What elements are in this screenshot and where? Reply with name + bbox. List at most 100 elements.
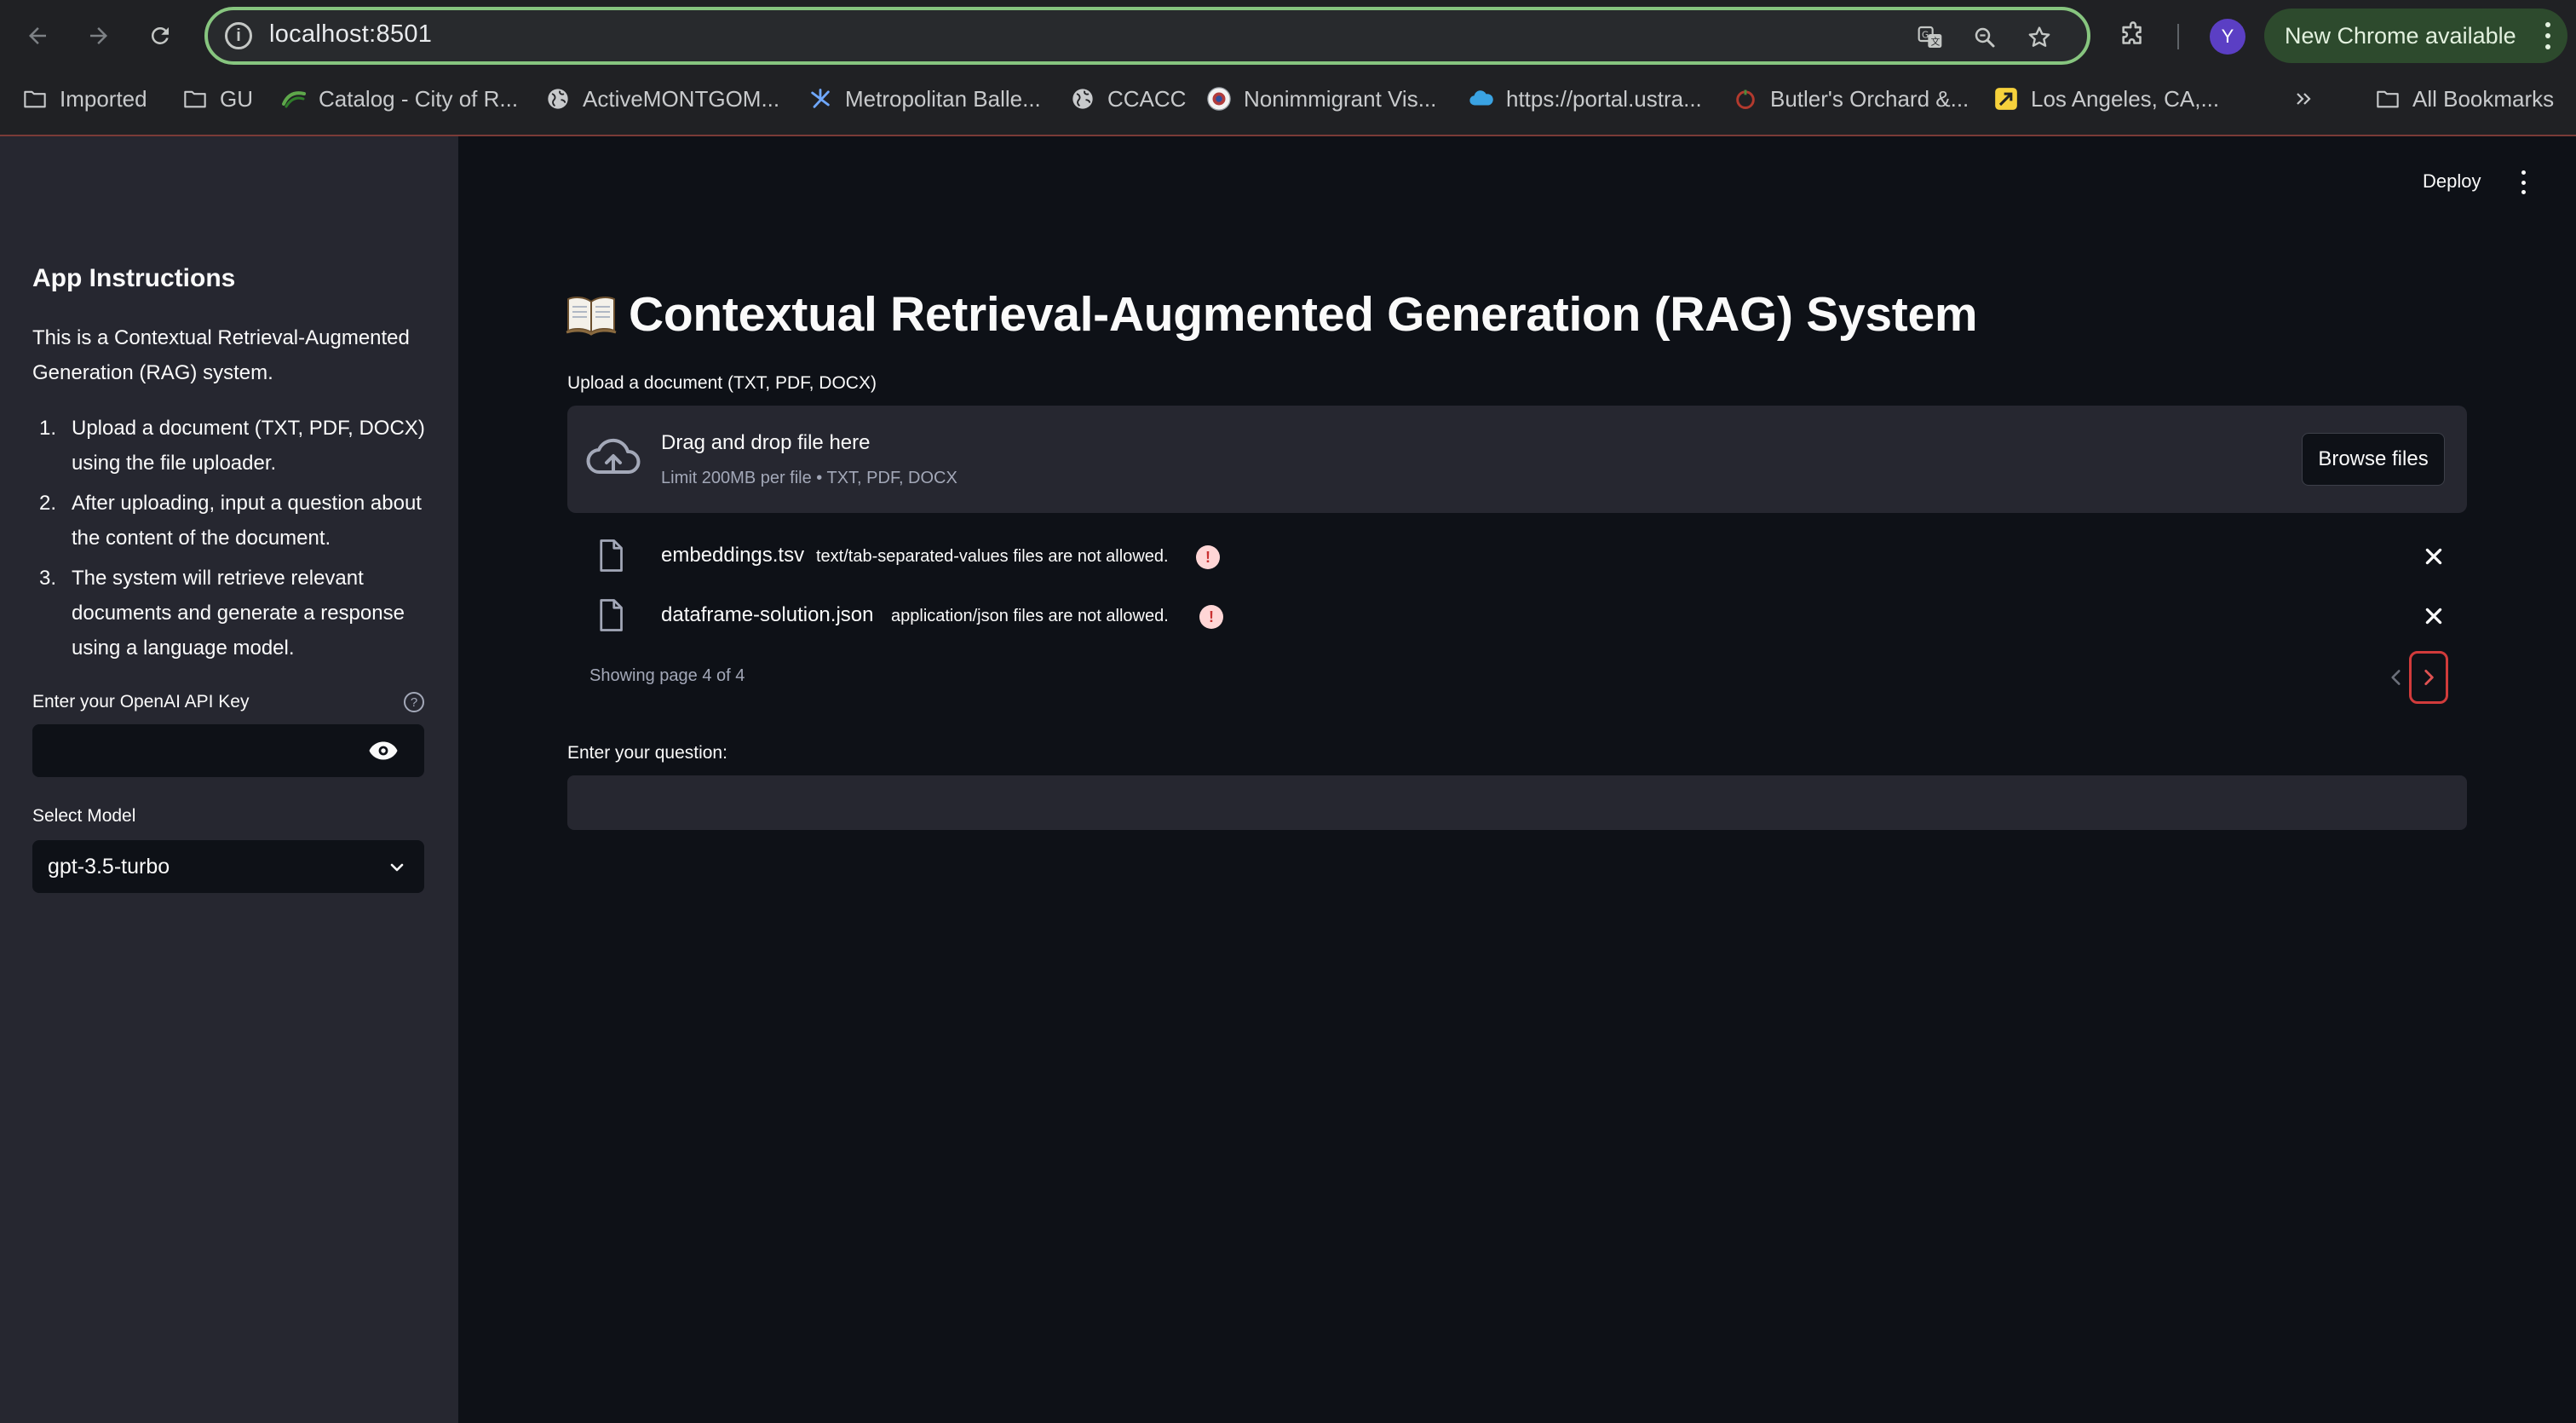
file-icon <box>600 539 623 572</box>
toolbar-divider <box>2177 24 2179 49</box>
bookmark-label: Butler's Orchard &... <box>1770 85 1969 112</box>
next-page-button[interactable] <box>2409 651 2448 704</box>
question-label: Enter your question: <box>567 743 727 763</box>
sidebar-description: This is a Contextual Retrieval-Augmented… <box>32 326 410 384</box>
bookmark-label: Imported <box>60 85 147 112</box>
arrow-left-icon <box>29 27 46 44</box>
page-title: Contextual Retrieval-Augmented Generatio… <box>629 287 1978 342</box>
bookmark-item[interactable]: Imported <box>22 77 147 121</box>
bookmark-label: Nonimmigrant Vis... <box>1244 85 1437 112</box>
cloud-upload-icon <box>586 438 641 475</box>
bookmark-star-icon[interactable] <box>2022 20 2056 55</box>
main-menu-icon[interactable] <box>2516 170 2530 194</box>
bookmark-item[interactable]: CCACC <box>1070 77 1186 121</box>
file-error-message: application/json files are not allowed. <box>891 607 1169 625</box>
step-number: 1. <box>39 417 57 440</box>
bookmark-item[interactable]: Metropolitan Balle... <box>808 77 1041 121</box>
upload-label: Upload a document (TXT, PDF, DOCX) <box>567 373 877 393</box>
bookmark-item[interactable]: Catalog - City of R... <box>281 77 518 121</box>
address-url[interactable]: localhost:8501 <box>269 20 432 49</box>
globe-icon <box>545 86 571 112</box>
pagination-status: Showing page 4 of 4 <box>589 666 745 685</box>
back-button[interactable] <box>17 15 58 56</box>
file-icon <box>600 599 623 631</box>
site-icon <box>1993 86 2019 112</box>
step-text: Upload a document (TXT, PDF, DOCX) using… <box>72 417 425 475</box>
browse-files-button[interactable]: Browse files <box>2302 433 2445 486</box>
browser-chrome: i localhost:8501 G文 Y New Chrome availab… <box>0 0 2576 136</box>
site-info-icon[interactable]: i <box>225 22 252 49</box>
file-name: dataframe-solution.json <box>661 603 874 626</box>
chevron-right-icon <box>2424 670 2434 685</box>
chrome-update-button[interactable]: New Chrome available <box>2264 9 2567 63</box>
help-icon[interactable]: ? <box>404 692 424 712</box>
bookmark-label: https://portal.ustra... <box>1506 85 1702 112</box>
bookmark-item[interactable]: ActiveMONTGOM... <box>545 77 779 121</box>
chrome-menu-icon[interactable] <box>2544 22 2552 49</box>
extensions-icon[interactable] <box>2114 17 2152 55</box>
model-selected-value: gpt-3.5-turbo <box>48 854 170 879</box>
all-bookmarks-label: All Bookmarks <box>2412 85 2555 112</box>
svg-text:G: G <box>1922 30 1929 41</box>
open-book-icon <box>566 297 617 336</box>
file-dropzone[interactable]: Drag and drop file here Limit 200MB per … <box>567 406 2467 513</box>
api-key-label: Enter your OpenAI API Key <box>32 692 250 712</box>
show-password-icon[interactable] <box>368 740 399 762</box>
file-error-message: text/tab-separated-values files are not … <box>816 547 1169 566</box>
step-number: 2. <box>39 492 57 515</box>
folder-icon <box>182 86 208 112</box>
cloud-icon <box>1469 86 1494 112</box>
chevron-down-icon <box>390 863 404 872</box>
step-text: The system will retrieve relevant docume… <box>72 567 405 660</box>
address-bar[interactable]: i localhost:8501 G文 <box>204 7 2090 65</box>
bookmark-label: Los Angeles, CA,... <box>2031 85 2220 112</box>
chrome-update-label: New Chrome available <box>2285 22 2516 49</box>
bookmark-label: ActiveMONTGOM... <box>583 85 780 112</box>
deploy-button[interactable]: Deploy <box>2423 170 2481 193</box>
close-icon[interactable] <box>2423 545 2445 567</box>
zoom-icon[interactable] <box>1968 20 2002 55</box>
bookmarks-overflow-icon[interactable] <box>2291 77 2315 121</box>
arrow-right-icon <box>90 27 107 44</box>
sidebar-title: App Instructions <box>32 264 236 292</box>
instruction-step: 2. After uploading, input a question abou… <box>32 486 433 556</box>
step-number: 3. <box>39 567 57 590</box>
reload-icon <box>151 26 169 44</box>
profile-avatar[interactable]: Y <box>2210 19 2245 55</box>
reload-button[interactable] <box>140 15 181 56</box>
bookmark-item[interactable]: Los Angeles, CA,... <box>1993 77 2219 121</box>
file-name: embeddings.tsv <box>661 544 805 567</box>
close-icon[interactable] <box>2423 605 2445 627</box>
instructions-list: 1. Upload a document (TXT, PDF, DOCX) usi… <box>32 411 433 671</box>
forward-button[interactable] <box>78 15 119 56</box>
instruction-step: 3. The system will retrieve relevant docu… <box>32 561 433 665</box>
all-bookmarks[interactable]: All Bookmarks <box>2375 77 2554 121</box>
dropzone-title: Drag and drop file here <box>661 431 871 454</box>
page-header: Contextual Retrieval-Augmented Generatio… <box>566 286 1978 343</box>
error-icon: ! <box>1196 545 1220 569</box>
model-label: Select Model <box>32 806 136 826</box>
chevron-left-icon[interactable] <box>2385 665 2407 690</box>
uploaded-file-row: dataframe-solution.json application/json… <box>567 591 2467 642</box>
bookmarks-bar: Imported GU Catalog - City of R... Activ… <box>0 77 2576 121</box>
site-icon <box>1733 86 1758 112</box>
bookmark-item[interactable]: GU <box>182 77 253 121</box>
api-key-input[interactable] <box>32 724 424 777</box>
translate-icon[interactable]: G文 <box>1913 20 1947 55</box>
sidebar: App Instructions This is a Contextual Re… <box>0 136 458 1423</box>
uploaded-file-row: embeddings.tsv text/tab-separated-values… <box>567 532 2467 583</box>
globe-icon <box>1070 86 1095 112</box>
bookmark-label: Metropolitan Balle... <box>845 85 1041 112</box>
browser-toolbar: i localhost:8501 G文 Y New Chrome availab… <box>0 0 2576 72</box>
bookmark-item[interactable]: https://portal.ustra... <box>1469 77 1702 121</box>
model-select[interactable]: gpt-3.5-turbo <box>32 840 424 893</box>
step-text: After uploading, input a question about … <box>72 492 422 550</box>
bookmark-item[interactable]: Nonimmigrant Vis... <box>1206 77 1436 121</box>
bookmark-item[interactable]: Butler's Orchard &... <box>1733 77 1969 121</box>
question-input[interactable] <box>567 775 2467 830</box>
dropzone-subtitle: Limit 200MB per file • TXT, PDF, DOCX <box>661 469 957 487</box>
instruction-step: 1. Upload a document (TXT, PDF, DOCX) usi… <box>32 411 433 481</box>
bookmark-label: Catalog - City of R... <box>319 85 519 112</box>
folder-icon <box>22 86 48 112</box>
site-icon <box>808 86 833 112</box>
